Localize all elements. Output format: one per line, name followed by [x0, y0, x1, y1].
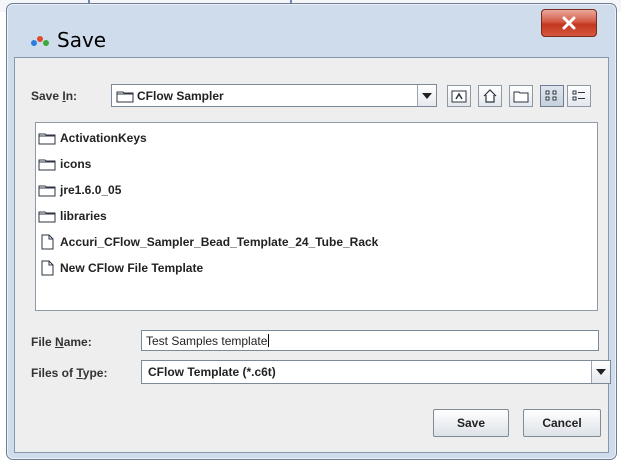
- cancel-button[interactable]: Cancel: [523, 409, 601, 437]
- up-one-level-button[interactable]: [447, 85, 471, 107]
- file-list-item[interactable]: ActivationKeys: [38, 127, 147, 149]
- home-icon: [483, 89, 497, 103]
- file-list-item-label: libraries: [60, 209, 107, 223]
- save-in-label: Save In:: [31, 89, 78, 103]
- save-dialog: Save Save In: CFlow Sampler ActivationKe…: [6, 3, 617, 460]
- file-list-item-label: icons: [60, 157, 92, 171]
- save-in-dropdown-arrow[interactable]: [417, 85, 436, 106]
- file-type-value: CFlow Template (*.c6t): [148, 365, 276, 379]
- dialog-content: Save In: CFlow Sampler ActivationKeys ic…: [14, 57, 611, 453]
- save-in-dropdown[interactable]: CFlow Sampler: [111, 84, 437, 107]
- file-list-item[interactable]: libraries: [38, 205, 107, 227]
- file-name-input[interactable]: Test Samples template: [141, 330, 599, 351]
- list-view-icon: [545, 90, 557, 101]
- details-view-button[interactable]: [567, 85, 591, 107]
- file-type-label: Files of Type:: [31, 366, 108, 380]
- file-icon: [41, 260, 54, 276]
- window-title: Save: [57, 28, 107, 52]
- file-list-item[interactable]: Accuri_CFlow_Sampler_Bead_Template_24_Tu…: [38, 231, 378, 253]
- new-folder-icon: [513, 91, 529, 103]
- file-type-dropdown-arrow[interactable]: [591, 361, 610, 383]
- save-button[interactable]: Save: [433, 409, 509, 437]
- new-folder-button[interactable]: [509, 85, 533, 107]
- text-caret: [268, 334, 270, 347]
- folder-icon: [38, 159, 56, 171]
- save-in-value: CFlow Sampler: [137, 88, 224, 103]
- folder-icon: [38, 211, 56, 223]
- close-icon: [562, 16, 576, 30]
- file-list-item[interactable]: New CFlow File Template: [38, 257, 203, 279]
- home-button[interactable]: [478, 85, 502, 107]
- file-list-item-label: New CFlow File Template: [60, 261, 204, 275]
- file-name-value: Test Samples template: [146, 333, 268, 348]
- file-list-item-label: Accuri_CFlow_Sampler_Bead_Template_24_Tu…: [60, 235, 379, 249]
- chevron-down-icon: [422, 92, 432, 99]
- folder-icon: [116, 91, 134, 102]
- file-list-item-label: jre1.6.0_05: [60, 183, 122, 197]
- close-button[interactable]: [541, 9, 597, 37]
- chevron-down-icon: [596, 369, 606, 375]
- app-icon: [31, 36, 49, 46]
- file-list-item[interactable]: icons: [38, 153, 91, 175]
- file-icon: [41, 234, 54, 250]
- list-view-button[interactable]: [540, 85, 564, 107]
- file-list-item[interactable]: jre1.6.0_05: [38, 179, 121, 201]
- details-view-icon: [572, 90, 585, 101]
- file-name-label: File Name:: [31, 335, 92, 349]
- file-type-dropdown[interactable]: CFlow Template (*.c6t): [141, 360, 611, 384]
- file-list[interactable]: ActivationKeys icons jre1.6.0_05 libraries A…: [35, 122, 598, 311]
- up-one-level-icon: [451, 90, 467, 103]
- title-bar[interactable]: Save: [7, 4, 616, 57]
- folder-icon: [38, 185, 56, 197]
- file-list-item-label: ActivationKeys: [60, 131, 147, 145]
- folder-icon: [38, 133, 56, 145]
